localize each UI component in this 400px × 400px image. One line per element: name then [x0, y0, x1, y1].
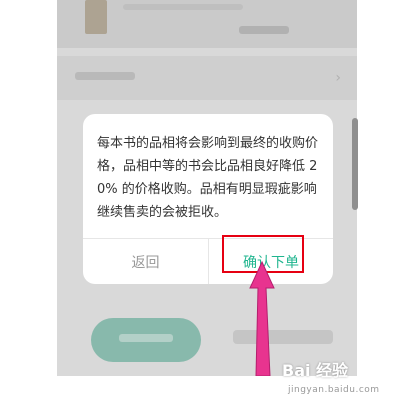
watermark-text: Bai 经验	[282, 361, 349, 380]
highlight-annotation-box	[222, 235, 304, 273]
dialog-message: 每本书的品相将会影响到最终的收购价格，品相中等的书会比品相良好降低 20% 的价…	[97, 136, 319, 220]
watermark-url: jingyan.baidu.com	[288, 385, 380, 395]
back-button[interactable]: 返回	[83, 239, 208, 284]
scrollbar-thumb[interactable]	[352, 118, 358, 210]
baidu-jingyan-watermark: Bai 经验	[282, 354, 348, 384]
